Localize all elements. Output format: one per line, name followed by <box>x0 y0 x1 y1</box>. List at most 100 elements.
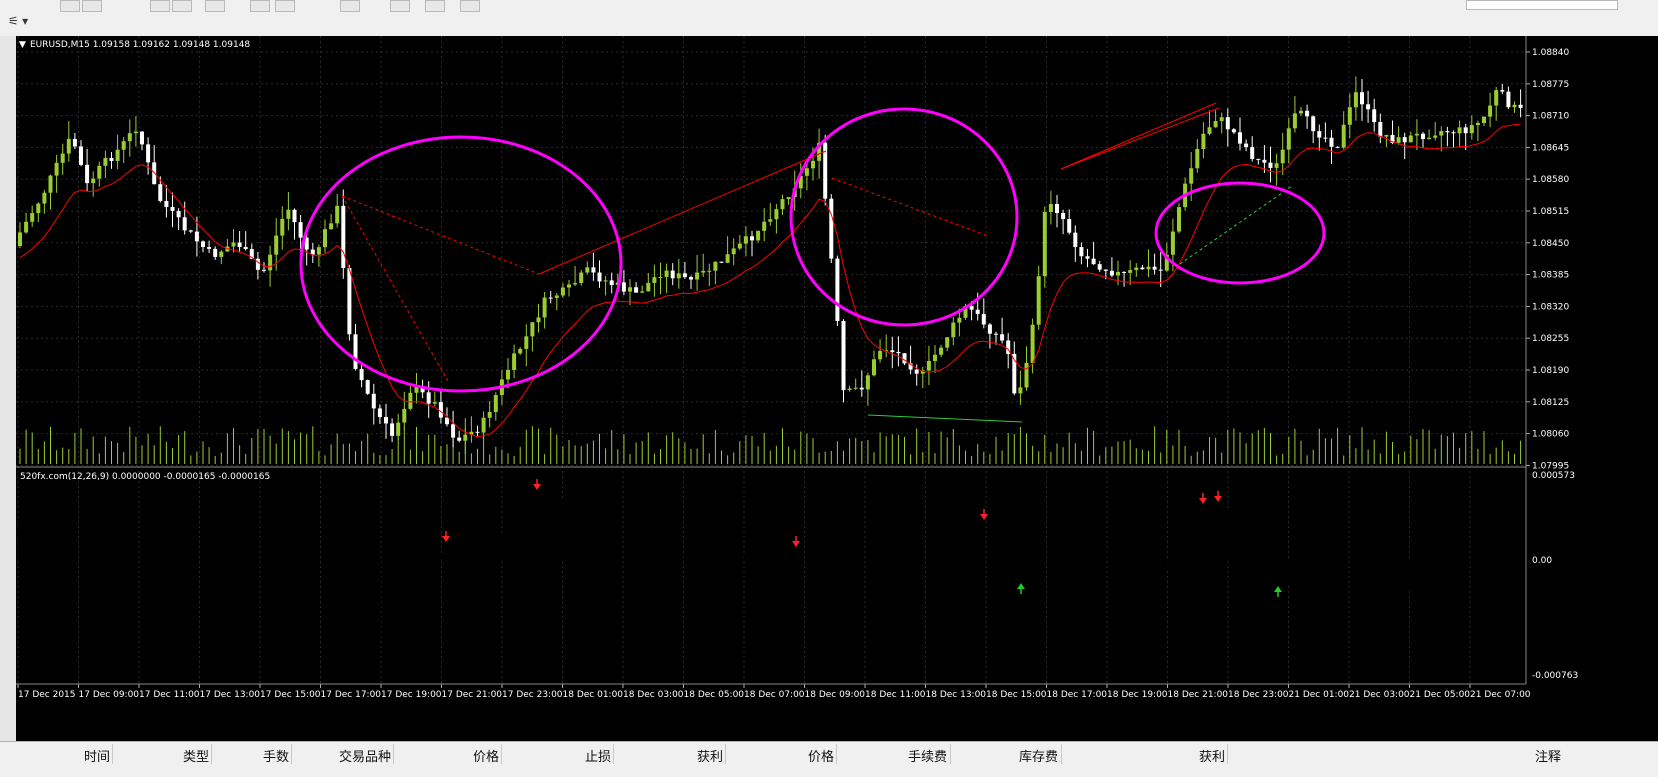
histogram-bar <box>1104 550 1107 560</box>
candle <box>476 432 480 433</box>
candle <box>732 248 736 254</box>
histogram-bar <box>1433 560 1436 579</box>
toolbar-button[interactable] <box>82 0 102 12</box>
histogram-bar <box>286 540 289 560</box>
histogram-bar <box>1147 560 1150 574</box>
toolbar-search-box[interactable] <box>1466 0 1618 10</box>
candle <box>677 273 681 278</box>
candle <box>835 259 839 321</box>
chart-canvas[interactable]: 1.088401.087751.087101.086451.085801.085… <box>16 36 1658 741</box>
candle <box>933 355 937 361</box>
candle <box>360 369 364 380</box>
collapse-triangle-icon[interactable]: ▼ <box>19 40 26 50</box>
histogram-bar <box>341 560 344 577</box>
time-label: 17 Dec 11:00 <box>139 690 200 700</box>
toolbar-button[interactable] <box>340 0 360 12</box>
column-price[interactable]: 价格 <box>473 746 499 765</box>
histogram-bar <box>1464 560 1467 562</box>
toolbar-button[interactable] <box>205 0 225 12</box>
histogram-bar <box>317 545 320 560</box>
histogram-bar <box>1153 560 1156 573</box>
column-separator <box>211 744 212 764</box>
time-label: 18 Dec 07:00 <box>744 690 805 700</box>
histogram-bar <box>30 510 33 560</box>
candle <box>1452 132 1456 133</box>
histogram-bar <box>262 555 265 560</box>
histogram-bar <box>1079 495 1082 560</box>
time-label: 17 Dec 19:00 <box>381 690 442 700</box>
candle <box>1366 104 1370 109</box>
candle <box>939 348 943 355</box>
toolbar-button[interactable] <box>275 0 295 12</box>
histogram-bar <box>787 554 790 560</box>
column-swap[interactable]: 库存费 <box>1019 746 1058 765</box>
candle <box>201 241 205 247</box>
candle <box>463 435 467 441</box>
column-take-profit[interactable]: 获利 <box>697 746 723 765</box>
histogram-bar <box>1037 560 1040 562</box>
candle <box>494 395 498 412</box>
toolbar-button[interactable] <box>172 0 192 12</box>
candle <box>1403 137 1407 142</box>
column-separator <box>291 744 292 764</box>
histogram-bar <box>616 552 619 560</box>
histogram-bar <box>628 560 631 568</box>
toolbar-button[interactable] <box>425 0 445 12</box>
candle <box>1378 122 1382 137</box>
histogram-bar <box>1281 560 1284 585</box>
column-separator <box>1061 744 1062 764</box>
histogram-bar <box>134 532 137 560</box>
chart-tool-icon[interactable]: ⚟ ▾ <box>8 14 36 30</box>
sell-arrow-icon <box>533 484 541 490</box>
time-label: 17 Dec 23:00 <box>502 690 563 700</box>
time-label: 21 Dec 07:00 <box>1470 690 1531 700</box>
candle <box>1397 137 1401 143</box>
column-commission[interactable]: 手续费 <box>908 746 947 765</box>
histogram-bar <box>1262 560 1265 571</box>
candle <box>445 418 449 425</box>
candle <box>622 282 626 291</box>
candle <box>1098 264 1102 269</box>
column-lots[interactable]: 手数 <box>263 746 289 765</box>
toolbar-button[interactable] <box>250 0 270 12</box>
histogram-bar <box>1384 560 1387 568</box>
toolbar-button[interactable] <box>150 0 170 12</box>
column-time[interactable]: 时间 <box>84 746 110 765</box>
histogram-bar <box>1494 556 1497 560</box>
candle <box>390 423 394 435</box>
column-comment[interactable]: 注释 <box>1535 746 1561 765</box>
column-price-2[interactable]: 价格 <box>808 746 834 765</box>
column-separator <box>725 744 726 764</box>
histogram-bar <box>707 553 710 560</box>
histogram-bar <box>561 501 564 560</box>
candle <box>634 287 638 292</box>
histogram-bar <box>726 556 729 560</box>
candle <box>1153 267 1157 270</box>
chart-header: EURUSD,M15 1.09158 1.09162 1.09148 1.091… <box>30 40 250 50</box>
chart-window[interactable]: 1.088401.087751.087101.086451.085801.085… <box>16 36 1658 741</box>
indicator-axis-label: 0.000573 <box>1532 471 1575 481</box>
toolbar-button[interactable] <box>460 0 480 12</box>
candle <box>110 158 114 161</box>
toolbar-button[interactable] <box>60 0 80 12</box>
histogram-bar <box>549 494 552 560</box>
candle <box>1201 134 1205 149</box>
price-axis: 1.088401.087751.087101.086451.085801.085… <box>1526 48 1569 471</box>
column-symbol[interactable]: 交易品种 <box>339 746 391 765</box>
histogram-bar <box>964 527 967 560</box>
histogram-bar <box>1391 560 1394 574</box>
histogram-bar <box>518 507 521 560</box>
toolbar-button[interactable] <box>390 0 410 12</box>
column-separator <box>1227 744 1228 764</box>
candle <box>1269 163 1273 168</box>
candle <box>640 291 644 292</box>
candle <box>1458 127 1462 133</box>
histogram-bar <box>530 491 533 560</box>
histogram-bar <box>640 560 643 571</box>
column-type[interactable]: 类型 <box>183 746 209 765</box>
candle <box>372 394 376 409</box>
histogram-bar <box>366 560 369 618</box>
histogram-bar <box>1140 560 1143 572</box>
column-profit[interactable]: 获利 <box>1199 746 1225 765</box>
column-stop-loss[interactable]: 止损 <box>585 746 611 765</box>
